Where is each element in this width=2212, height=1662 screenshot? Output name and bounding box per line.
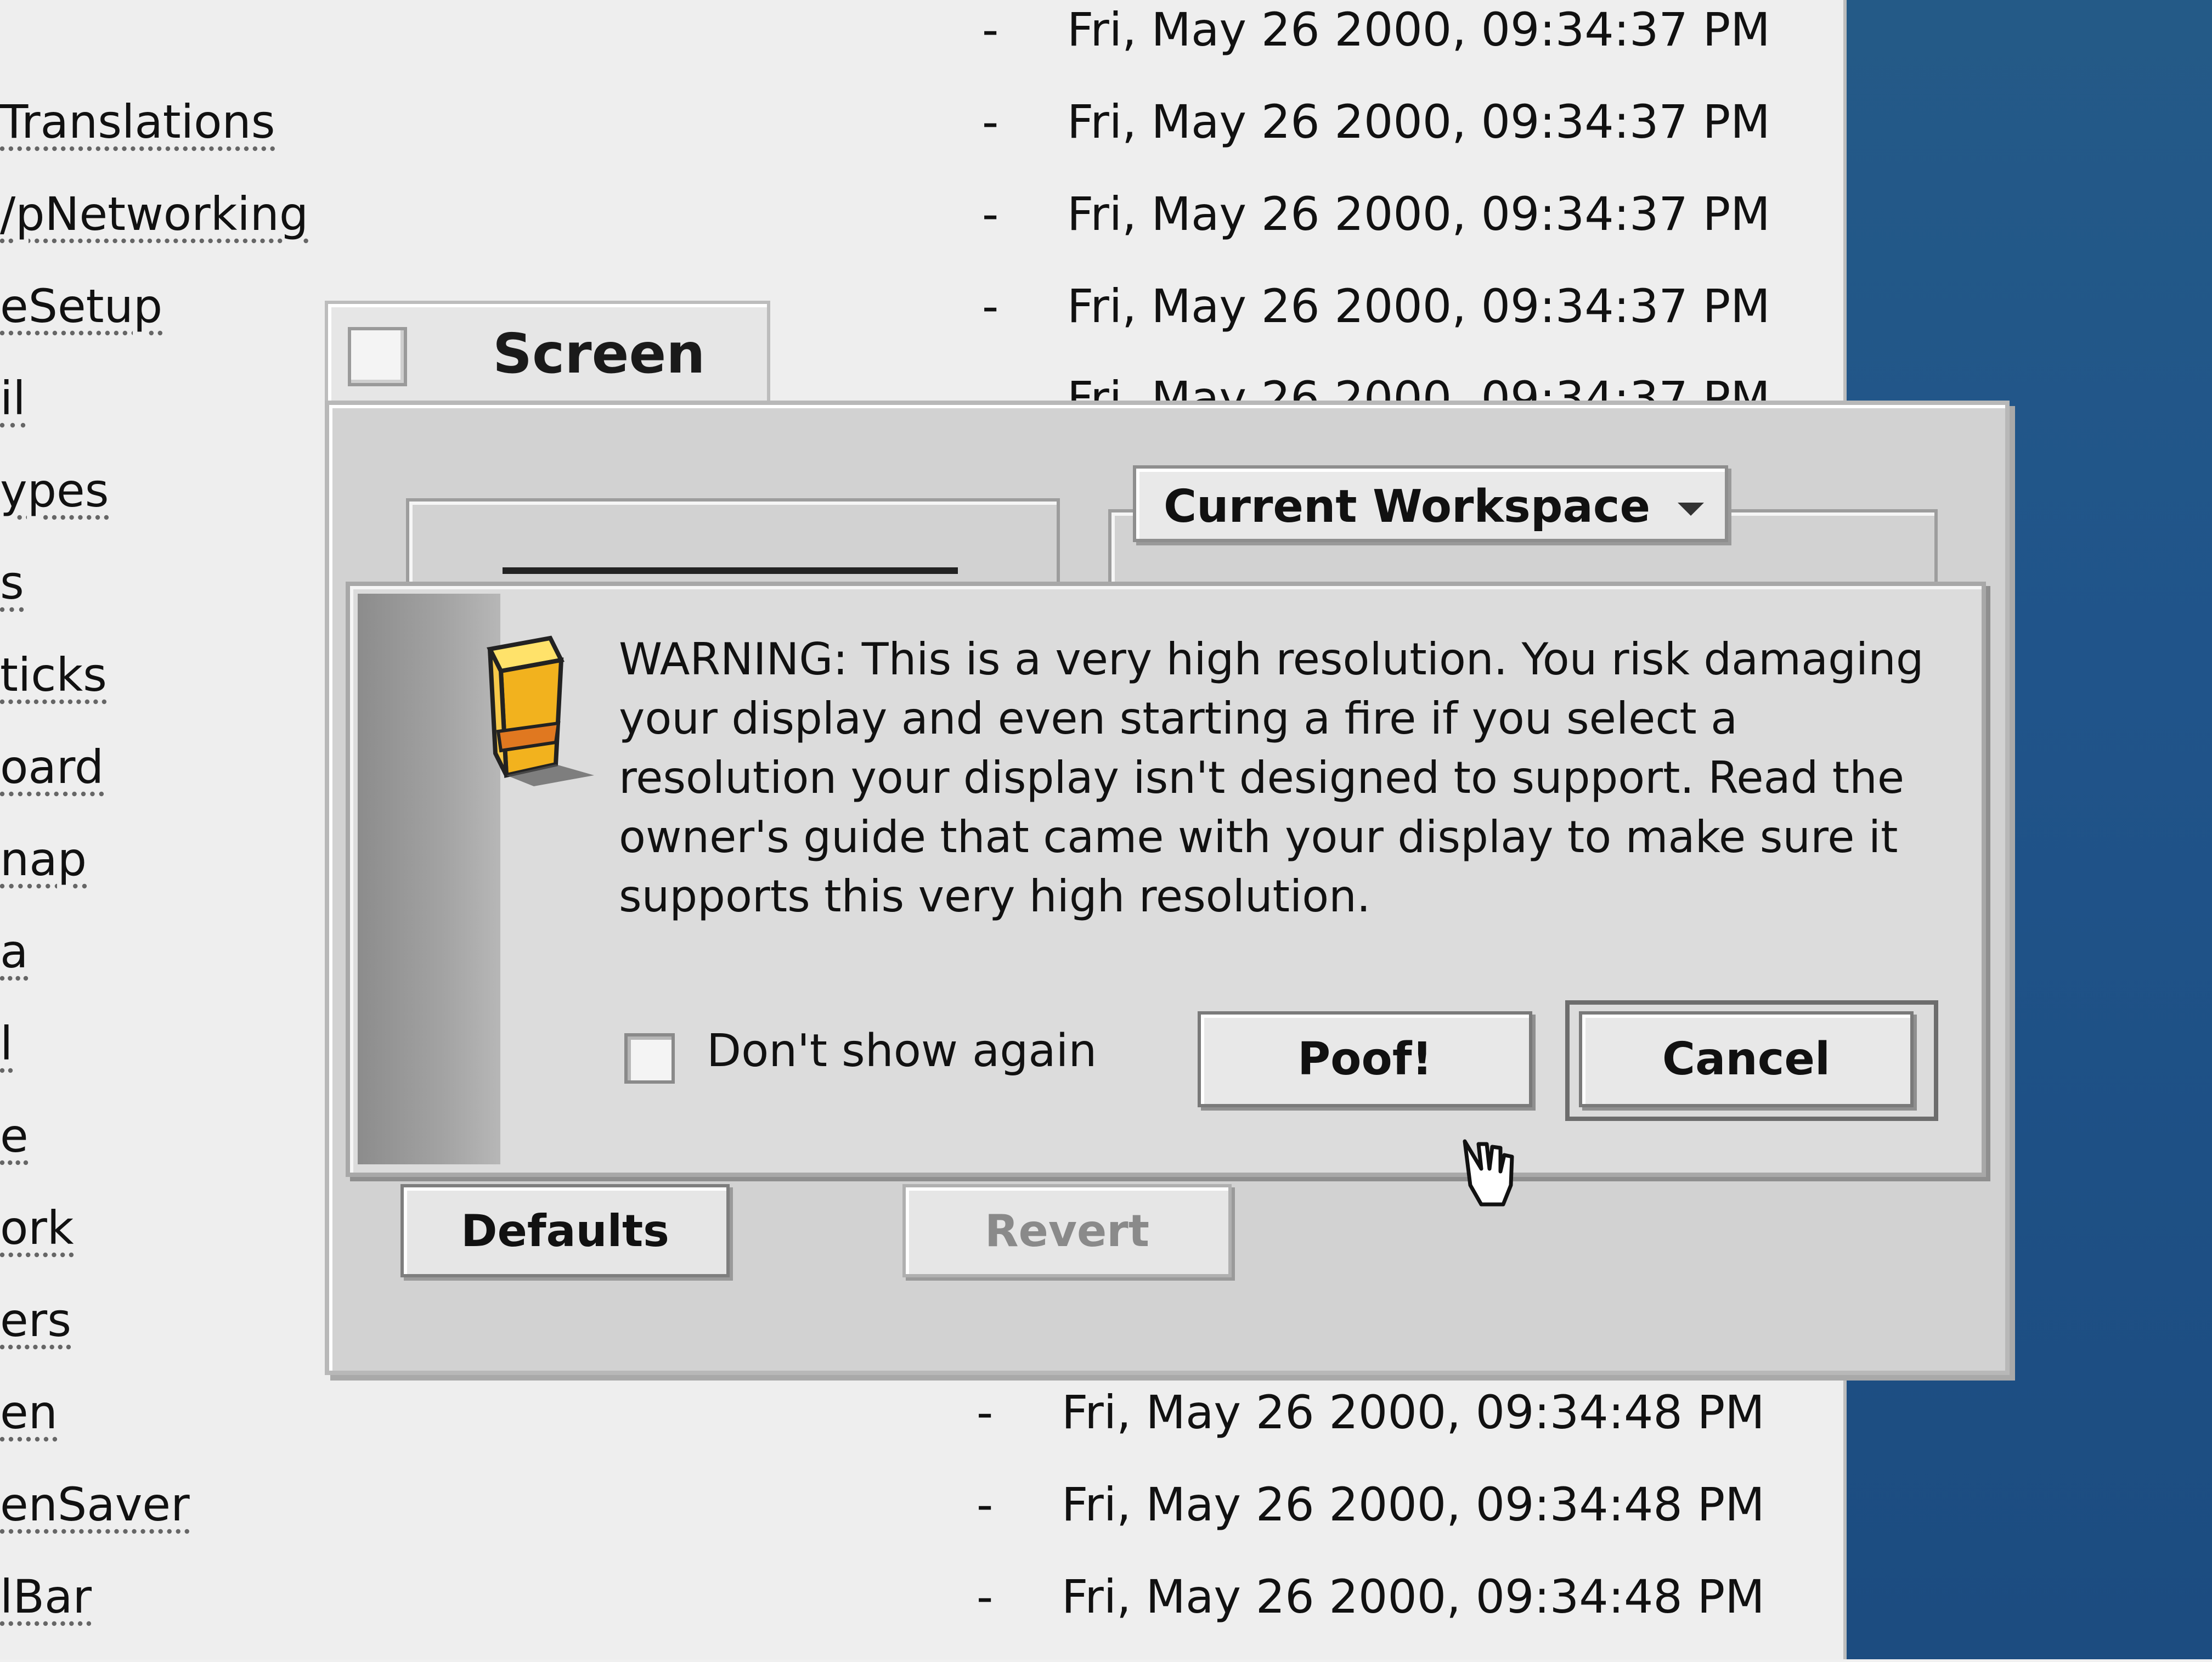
file-size: - (982, 95, 999, 149)
file-name: eSetup (0, 279, 163, 333)
file-modified-date: Fri, May 26 2000, 09:34:48 PM (1062, 1385, 1765, 1439)
file-size: - (982, 187, 999, 241)
defaults-button[interactable]: Defaults (400, 1184, 730, 1277)
file-modified-date: Fri, May 26 2000, 09:34:37 PM (1067, 279, 1770, 333)
file-list-row[interactable]: /pNetworking - Fri, May 26 2000, 09:34:37 … (0, 187, 1810, 279)
file-name: ticks (0, 648, 107, 702)
file-name: nap (0, 832, 87, 886)
file-name: ers (0, 1293, 71, 1347)
file-name: s (0, 556, 24, 610)
file-size: - (982, 279, 999, 333)
file-size: - (977, 1385, 994, 1439)
close-box[interactable] (348, 327, 407, 386)
file-list-row[interactable]: eSetup - Fri, May 26 2000, 09:34:37 PM (0, 279, 1810, 371)
file-list-row[interactable]: - Fri, May 26 2000, 09:34:37 PM (0, 3, 1810, 95)
file-name: l (0, 1017, 13, 1071)
file-list-row[interactable]: Translations - Fri, May 26 2000, 09:34:37 … (0, 95, 1810, 187)
file-modified-date: Fri, May 26 2000, 09:34:37 PM (1067, 3, 1770, 57)
file-name: ork (0, 1201, 74, 1255)
file-list-row[interactable]: enSaver - Fri, May 26 2000, 09:34:48 PM (0, 1478, 1810, 1570)
workspace-select[interactable]: Current Workspace (1133, 465, 1728, 542)
file-name: enSaver (0, 1478, 190, 1531)
poof-button[interactable]: Poof! (1198, 1011, 1532, 1107)
file-size: - (982, 3, 999, 57)
warning-icon (487, 635, 594, 786)
file-name: en (0, 1385, 58, 1439)
dont-show-again-checkbox[interactable] (624, 1033, 675, 1084)
file-name: oard (0, 740, 104, 794)
file-modified-date: Fri, May 26 2000, 09:34:48 PM (1062, 1478, 1765, 1531)
file-name: ypes (0, 464, 109, 517)
file-name: e (0, 1109, 29, 1163)
revert-button[interactable]: Revert (902, 1184, 1232, 1277)
file-name: lBar (0, 1570, 92, 1624)
dont-show-again-label[interactable]: Don't show again (707, 1025, 1097, 1077)
chevron-down-icon (1678, 503, 1704, 516)
cancel-button[interactable]: Cancel (1579, 1011, 1914, 1107)
file-size: - (977, 1570, 994, 1624)
file-size: - (977, 1478, 994, 1531)
file-name: a (0, 925, 29, 978)
pointer-hand-icon (1463, 1139, 1514, 1207)
file-name: /pNetworking (0, 187, 309, 241)
file-list-row[interactable]: en - Fri, May 26 2000, 09:34:48 PM (0, 1385, 1810, 1478)
group-box-divider (503, 567, 958, 574)
warning-message: WARNING: This is a very high resolution.… (619, 634, 1924, 922)
file-name: il (0, 371, 26, 425)
file-name: Translations (0, 95, 275, 149)
file-list-row[interactable]: lBar - Fri, May 26 2000, 09:34:48 PM (0, 1570, 1810, 1662)
workspace-select-value: Current Workspace (1164, 481, 1651, 533)
file-modified-date: Fri, May 26 2000, 09:34:37 PM (1067, 95, 1770, 149)
warning-alert: WARNING: This is a very high resolution.… (346, 582, 1986, 1177)
file-modified-date: Fri, May 26 2000, 09:34:37 PM (1067, 187, 1770, 241)
window-title-tab[interactable]: Screen (325, 301, 770, 408)
file-modified-date: Fri, May 26 2000, 09:34:48 PM (1062, 1570, 1765, 1624)
window-title: Screen (493, 322, 706, 386)
